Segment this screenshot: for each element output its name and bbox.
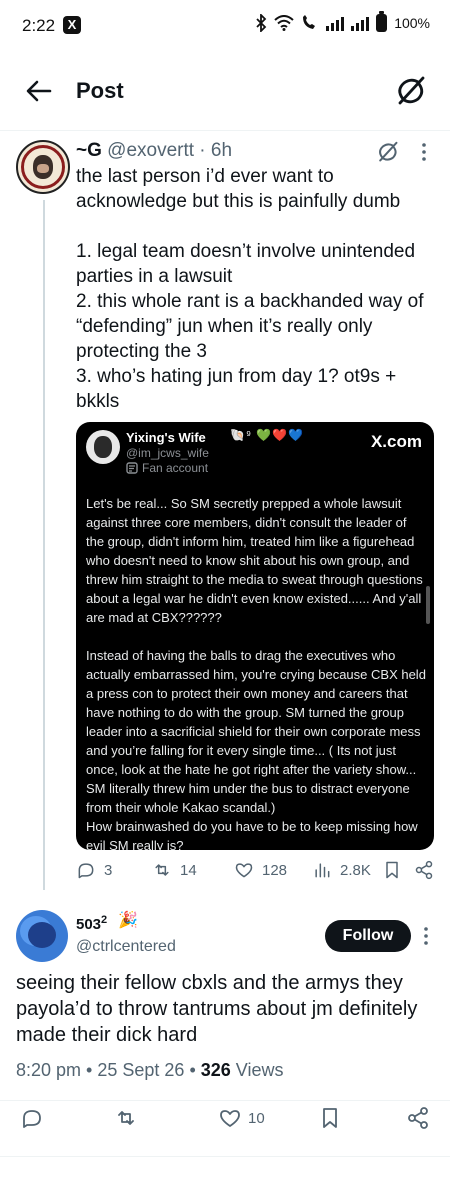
avatar[interactable] (16, 910, 68, 962)
embed-handle: @im_jcws_wife (126, 446, 209, 460)
display-name[interactable]: ~G (76, 140, 102, 161)
like-icon (235, 863, 253, 878)
share-icon (408, 1107, 428, 1129)
x-app-icon: X (63, 16, 81, 34)
reply-count: 3 (104, 861, 113, 879)
reply-button[interactable]: 3 (76, 860, 112, 880)
reply-button[interactable] (20, 1106, 44, 1130)
reply-icon (78, 863, 94, 879)
repost-button[interactable]: 14 (152, 860, 197, 880)
separator: · (194, 140, 211, 161)
embed-account-label: Fan account (142, 461, 209, 475)
repost-count: 14 (180, 861, 197, 879)
divider (0, 1100, 450, 1101)
like-button[interactable]: 128 (234, 860, 287, 880)
handle[interactable]: @exovertt (107, 140, 194, 161)
repost-icon (155, 864, 169, 876)
bookmark-icon (386, 861, 398, 879)
like-count: 10 (248, 1109, 265, 1127)
embed-avatar (86, 430, 120, 464)
battery-icon (376, 11, 388, 32)
share-button[interactable] (406, 1106, 430, 1130)
handle[interactable]: @ctrlcentered (76, 938, 176, 956)
meta-dot: • (184, 1060, 201, 1080)
wifi-icon (274, 15, 294, 31)
tweet-author-row: ~G @exovertt · 6h (76, 140, 232, 162)
top-app-bar: Post (0, 62, 450, 120)
timestamp[interactable]: 6h (211, 140, 232, 161)
tweet-actions: 3 14 128 2.8K (76, 860, 436, 886)
header-divider (0, 130, 450, 131)
views-count: 2.8K (340, 861, 371, 879)
bluetooth-icon (256, 14, 267, 32)
grok-icon[interactable] (394, 74, 428, 108)
embed-body-text: Let's be real... So SM secretly prepped … (86, 496, 426, 850)
share-button[interactable] (414, 860, 434, 880)
party-popper-icon: 🎉 (118, 912, 138, 929)
divider (0, 1156, 450, 1157)
views-button[interactable]: 2.8K (312, 860, 371, 880)
more-icon[interactable] (420, 926, 432, 946)
page-title: Post (76, 78, 124, 103)
tweet-text: the last person i’d ever want to acknowl… (76, 166, 424, 412)
reply-icon (23, 1110, 41, 1128)
embed-display-name: Yixing's Wife (126, 430, 206, 445)
tweet-actions: 10 (0, 1106, 450, 1156)
call-icon (303, 15, 316, 29)
fan-account-icon (126, 462, 138, 474)
signal-icon (326, 15, 345, 31)
tweet-meta: 8:20 pm • 25 Sept 26 • 326 Views (16, 1060, 284, 1081)
like-count: 128 (262, 861, 288, 879)
thread-line (43, 200, 45, 890)
back-arrow-icon[interactable] (24, 76, 54, 106)
views-label: Views (230, 1060, 284, 1080)
follow-button[interactable]: Follow (325, 920, 411, 952)
bookmark-button[interactable] (318, 1106, 342, 1130)
status-bar: 2:22 X 100% (0, 0, 450, 52)
tweet-text: seeing their fellow cbxls and the armys … (16, 972, 418, 1046)
more-icon[interactable] (418, 142, 430, 162)
embed-scrollbar (426, 586, 430, 624)
display-name[interactable]: 5032 (76, 914, 107, 933)
share-icon (415, 860, 433, 880)
like-icon (220, 1110, 240, 1127)
bookmark-button[interactable] (382, 860, 402, 880)
views-icon (315, 863, 330, 878)
avatar[interactable] (16, 140, 70, 194)
post-time[interactable]: 8:20 pm (16, 1060, 81, 1080)
embedded-image[interactable]: Yixing's Wife 🐚⁹ 💚❤️💙 @im_jcws_wife Fan … (76, 422, 434, 850)
repost-icon (118, 1111, 134, 1125)
bookmark-icon (323, 1108, 337, 1128)
status-icons: 100% (255, 11, 430, 32)
post-date[interactable]: 25 Sept 26 (97, 1060, 184, 1080)
embed-source-logo: X.com (370, 432, 422, 451)
repost-button[interactable] (114, 1106, 138, 1130)
signal-icon-2 (351, 15, 370, 31)
status-time: 2:22 (22, 16, 56, 35)
grok-icon[interactable] (376, 140, 400, 164)
views-count: 326 (200, 1060, 231, 1080)
battery-percent: 100% (394, 15, 430, 31)
meta-dot: • (81, 1060, 98, 1080)
embed-name-emojis: 🐚⁹ 💚❤️💙 (230, 428, 305, 442)
like-button[interactable]: 10 (218, 1106, 265, 1130)
